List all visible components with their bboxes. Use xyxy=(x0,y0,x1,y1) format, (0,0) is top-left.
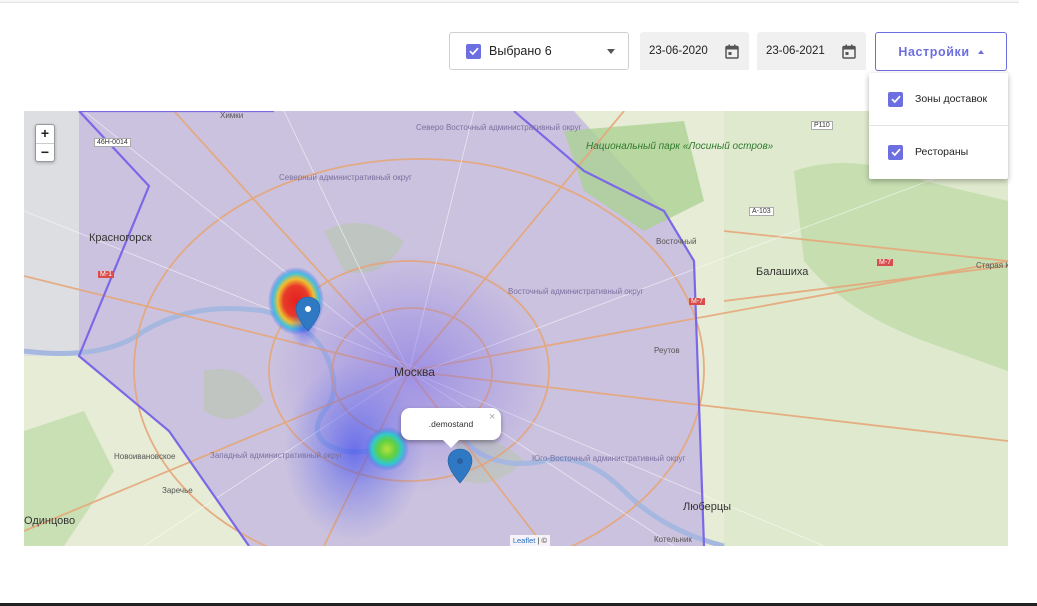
popup-close-icon[interactable]: × xyxy=(489,411,495,423)
road-shield: М-7 xyxy=(689,298,706,305)
popup-tip xyxy=(442,439,460,448)
checkbox-checked-icon[interactable] xyxy=(888,144,903,160)
district-label: Северный административный округ xyxy=(279,173,412,182)
road-shield: А-103 xyxy=(749,207,774,216)
calendar-icon[interactable] xyxy=(842,44,856,59)
map-attribution: Leaflet | © xyxy=(509,535,550,546)
park-label: Национальный парк «Лосиный остров» xyxy=(586,141,773,152)
date-from-field[interactable]: 23-06-2020 xyxy=(640,32,749,70)
place-label: Балашиха xyxy=(756,266,809,278)
place-label: Люберцы xyxy=(683,501,732,513)
calendar-icon[interactable] xyxy=(725,44,739,59)
district-label: Восточный административный округ xyxy=(508,287,644,296)
checkbox-checked-icon[interactable] xyxy=(888,91,903,107)
date-from-value: 23-06-2020 xyxy=(649,45,708,57)
place-label: Старая К xyxy=(976,261,1008,270)
settings-button-label: Настройки xyxy=(898,44,970,59)
zoom-in-button[interactable]: + xyxy=(36,125,54,144)
place-label: Заречье xyxy=(162,486,193,495)
settings-button[interactable]: Настройки xyxy=(875,32,1007,71)
place-label: Восточный xyxy=(656,237,697,246)
map-tiles xyxy=(24,111,1008,546)
road-shield: М-1 xyxy=(98,271,115,278)
checkbox-checked-icon[interactable] xyxy=(466,43,481,59)
menu-item-label: Зоны доставок xyxy=(915,93,988,105)
menu-item-label: Рестораны xyxy=(915,146,969,158)
leaflet-link[interactable]: Leaflet xyxy=(513,536,536,545)
district-label: Северо Восточный административный округ xyxy=(416,123,581,132)
restaurant-select[interactable]: Выбрано 6 xyxy=(449,32,629,70)
date-to-field[interactable]: 23-06-2021 xyxy=(757,32,866,70)
road-shield: Р110 xyxy=(811,121,833,130)
attribution-text: | © xyxy=(535,536,547,545)
road-shield: М-7 xyxy=(877,259,894,266)
zoom-control: + − xyxy=(35,124,55,162)
road-shield: 46Н-0014 xyxy=(94,138,131,147)
chevron-down-icon xyxy=(607,49,615,54)
place-label: Котельник xyxy=(654,535,692,544)
district-label: Юго-Восточный административный округ xyxy=(532,454,686,463)
menu-item-restaurants[interactable]: Рестораны xyxy=(869,126,1008,178)
settings-menu: Зоны доставок Рестораны xyxy=(869,73,1008,179)
caret-up-icon xyxy=(977,49,984,54)
delivery-map[interactable]: Москва Красногорск Балашиха Одинцово Люб… xyxy=(24,111,1008,546)
date-to-value: 23-06-2021 xyxy=(766,45,825,57)
place-label: Химки xyxy=(220,111,244,120)
place-label: Красногорск xyxy=(89,232,152,244)
top-divider xyxy=(0,0,1019,3)
place-label: Одинцово xyxy=(24,515,76,527)
place-label: Москва xyxy=(394,365,435,379)
zoom-out-button[interactable]: − xyxy=(36,144,54,162)
popup-text: .demostand xyxy=(428,419,474,429)
place-label: Новоивановское xyxy=(114,452,176,461)
menu-item-delivery-zones[interactable]: Зоны доставок xyxy=(869,73,1008,126)
district-label: Западный административный округ xyxy=(210,451,343,460)
restaurant-select-label: Выбрано 6 xyxy=(489,44,552,58)
place-label: Реутов xyxy=(654,346,680,355)
marker-popup: .demostand xyxy=(401,408,501,440)
